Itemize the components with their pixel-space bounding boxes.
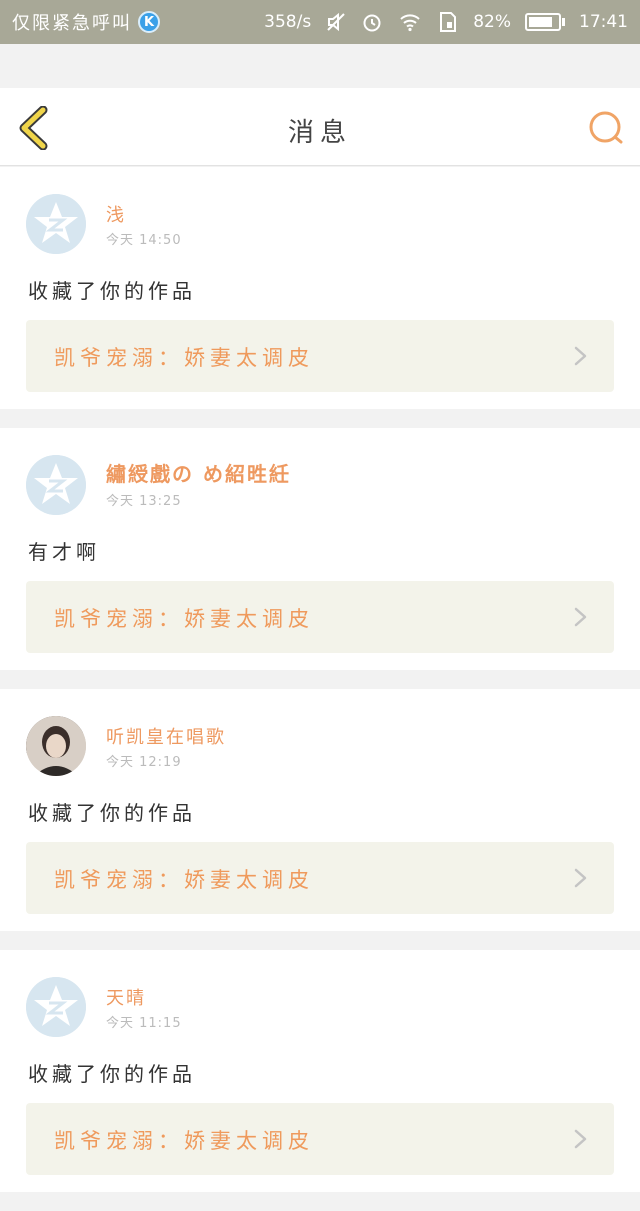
timestamp: 今天 12:19 (106, 755, 182, 770)
work-title: 凯爷宠溺：娇妻太调皮 (54, 1129, 314, 1153)
avatar[interactable] (26, 716, 86, 776)
battery-percent: 82% (473, 12, 511, 32)
work-link[interactable]: 凯爷宠溺：娇妻太调皮 (26, 842, 614, 914)
network-speed: 358/s (264, 12, 312, 32)
message-text: 有才啊 (28, 540, 100, 564)
message-card[interactable]: 繡綬戲の め紹甠紝今天 13:25 有才啊凯爷宠溺：娇妻太调皮 (0, 428, 640, 670)
clock: 17:41 (579, 12, 628, 32)
message-text: 收藏了你的作品 (28, 1062, 196, 1086)
avatar[interactable] (26, 194, 86, 254)
nav-bar: 消息 (0, 88, 640, 166)
message-card[interactable]: 听凯皇在唱歌今天 12:19 收藏了你的作品凯爷宠溺：娇妻太调皮 (0, 689, 640, 931)
timestamp: 今天 13:25 (106, 494, 182, 509)
status-bar: 仅限紧急呼叫 K 358/s 82% 17:41 (0, 0, 640, 44)
avatar[interactable] (26, 455, 86, 515)
chevron-right-icon (574, 346, 587, 366)
message-card[interactable]: 天晴今天 11:15 收藏了你的作品凯爷宠溺：娇妻太调皮 (0, 950, 640, 1192)
message-text: 收藏了你的作品 (28, 801, 196, 825)
chevron-right-icon (574, 607, 587, 627)
message-list: 浅今天 14:50 收藏了你的作品 凯爷宠溺：娇妻太调皮 繡綬戲の め紹甠紝 今天 13… (0, 167, 640, 1211)
search-icon[interactable] (588, 110, 624, 146)
page-title: 消息 (287, 118, 352, 148)
username[interactable]: 繡綬戲の め紹甠紝 (106, 458, 291, 487)
work-link[interactable]: 凯爷宠溺：娇妻太调皮 (26, 320, 614, 392)
work-link[interactable]: 凯爷宠溺：娇妻太调皮 (26, 581, 614, 653)
mute-icon (327, 12, 345, 32)
avatar[interactable] (26, 977, 86, 1037)
sim-icon (440, 12, 457, 32)
message-card[interactable]: 浅今天 14:50 收藏了你的作品凯爷宠溺：娇妻太调皮 (0, 167, 640, 409)
chevron-right-icon (574, 868, 587, 888)
wifi-icon (400, 14, 420, 32)
alarm-icon (363, 14, 381, 32)
work-title: 凯爷宠溺：娇妻太调皮 (54, 607, 314, 631)
timestamp: 今天 14:50 (106, 233, 182, 248)
work-link[interactable]: 凯爷宠溺：娇妻太调皮 (26, 1103, 614, 1175)
timestamp: 今天 11:15 (106, 1016, 182, 1031)
app-badge-icon: K (138, 11, 160, 33)
username[interactable]: 天晴 (106, 984, 146, 1010)
username[interactable]: 浅 (106, 201, 126, 227)
username[interactable]: 听凯皇在唱歌 (106, 723, 226, 749)
message-text: 收藏了你的作品 (28, 279, 196, 303)
carrier-text: 仅限紧急呼叫 (12, 13, 132, 34)
work-title: 凯爷宠溺：娇妻太调皮 (54, 868, 314, 892)
work-title: 凯爷宠溺：娇妻太调皮 (54, 346, 314, 370)
battery-icon (525, 13, 565, 31)
chevron-right-icon (574, 1129, 587, 1149)
